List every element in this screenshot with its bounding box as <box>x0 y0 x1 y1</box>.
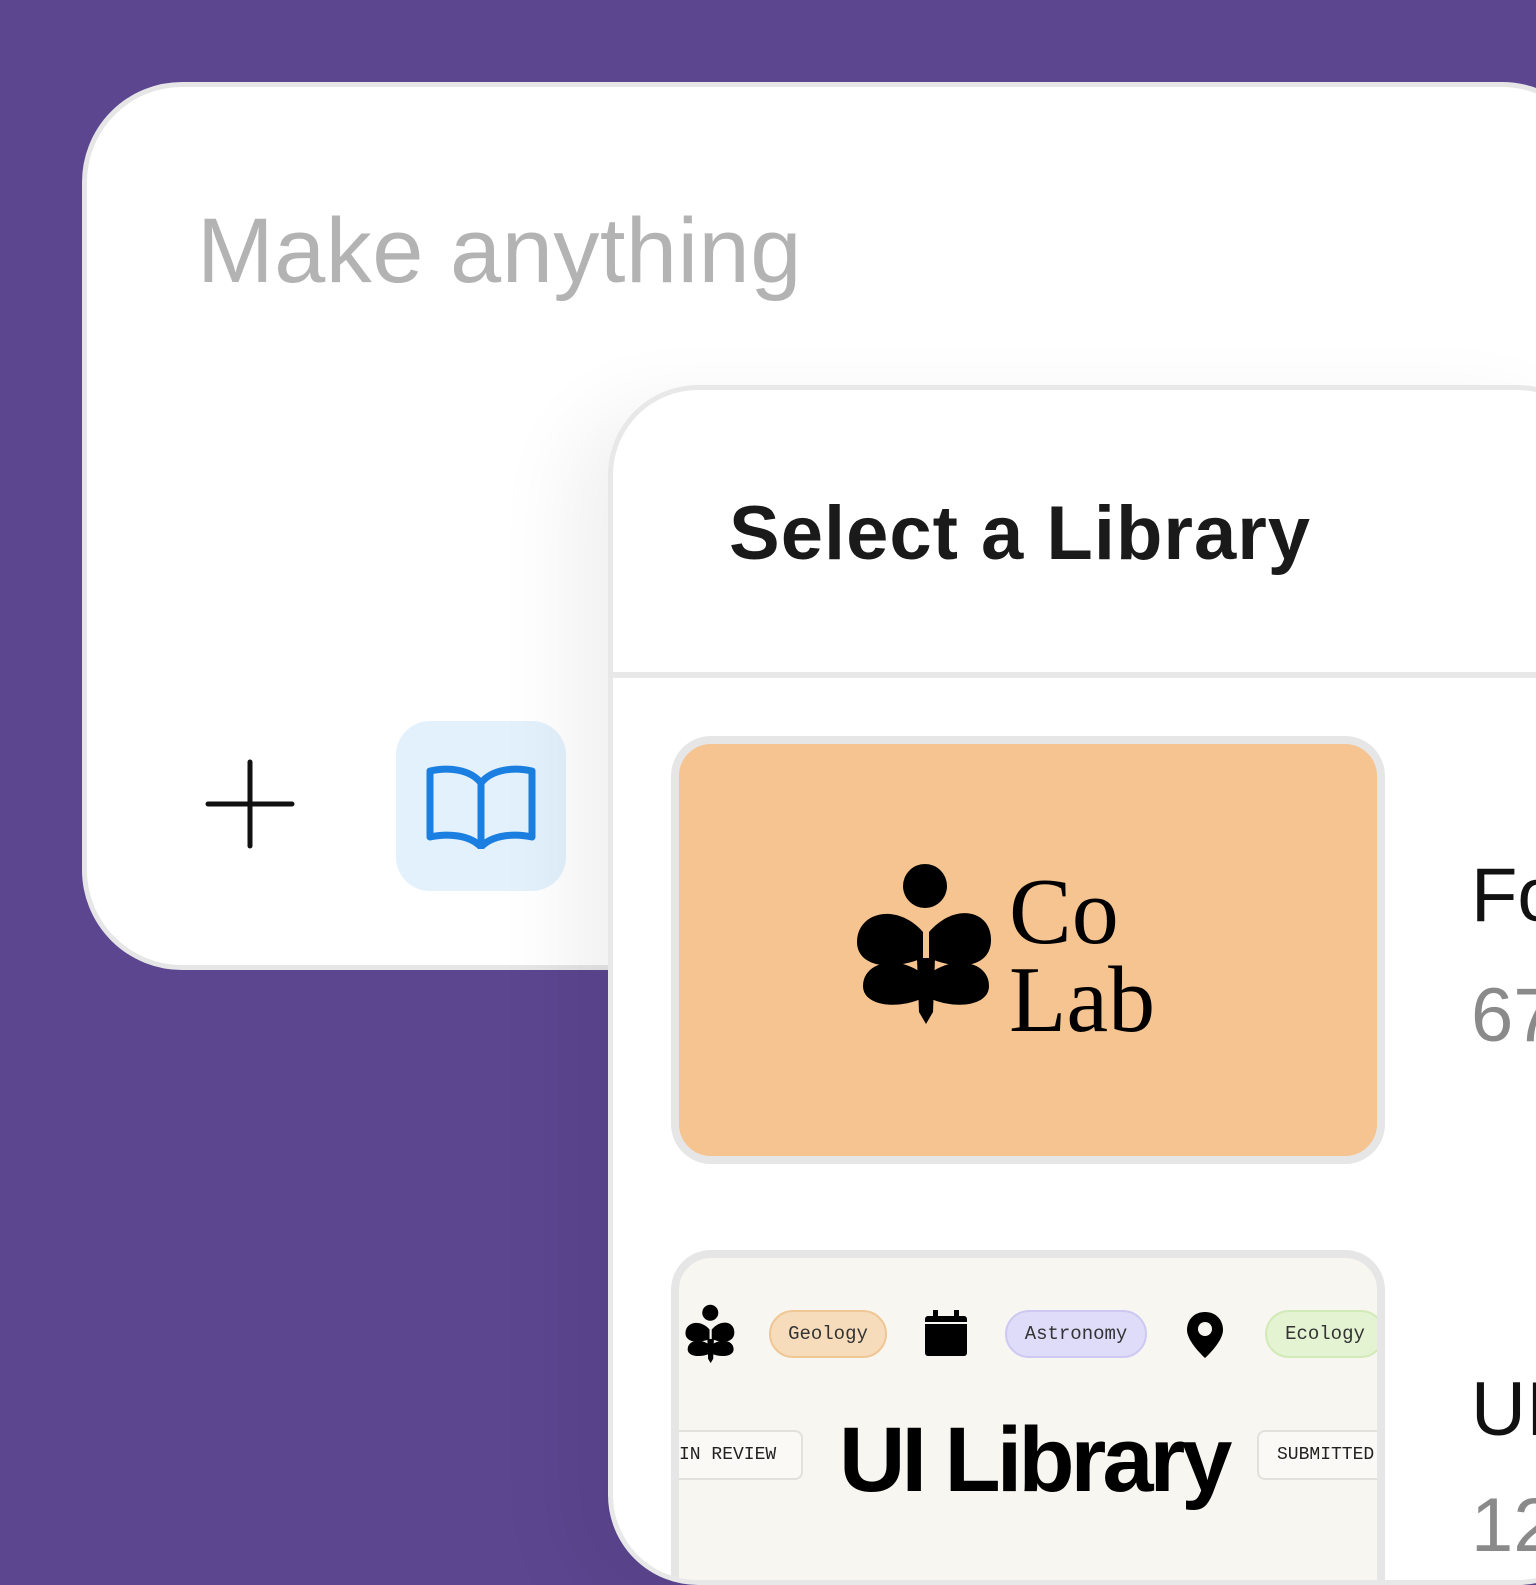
tag-ecology: Ecology <box>1265 1310 1377 1358</box>
tag-astronomy: Astronomy <box>1005 1310 1147 1358</box>
colab-word-line2: Lab <box>1009 948 1156 1052</box>
add-button[interactable] <box>205 759 295 849</box>
library-picker-panel: Select a Library Co Lab Fo 67 <box>608 385 1536 1585</box>
panel-title: Select a Library <box>729 491 1312 576</box>
library-button[interactable] <box>396 721 566 891</box>
plus-icon <box>205 759 295 849</box>
sprout-icon <box>857 864 991 1024</box>
ui-library-title: UI Library <box>839 1409 1232 1511</box>
library-thumbnail-ui-library[interactable]: Geology Astronomy Ecology IN REVIEW UI L… <box>671 1250 1385 1580</box>
calendar-icon <box>925 1310 967 1356</box>
map-pin-icon <box>1187 1312 1223 1358</box>
colab-logo: Co Lab <box>857 860 1217 1052</box>
library-thumbnail-colab[interactable]: Co Lab <box>671 736 1385 1164</box>
library-name[interactable]: Fo <box>1471 852 1536 939</box>
divider <box>613 672 1536 678</box>
library-name[interactable]: UI <box>1471 1366 1536 1453</box>
status-badge-in-review: IN REVIEW <box>679 1430 803 1480</box>
colab-word-line1: Co <box>1009 860 1119 964</box>
library-count: 12 <box>1471 1483 1536 1568</box>
colab-wordmark: Co Lab <box>1009 860 1156 1052</box>
status-badge-submitted: SUBMITTED <box>1257 1430 1377 1480</box>
tag-geology: Geology <box>769 1310 887 1358</box>
sprout-icon <box>685 1304 735 1364</box>
library-count: 67 <box>1471 973 1536 1058</box>
prompt-input[interactable]: Make anything <box>197 199 802 304</box>
book-open-icon <box>426 765 536 849</box>
